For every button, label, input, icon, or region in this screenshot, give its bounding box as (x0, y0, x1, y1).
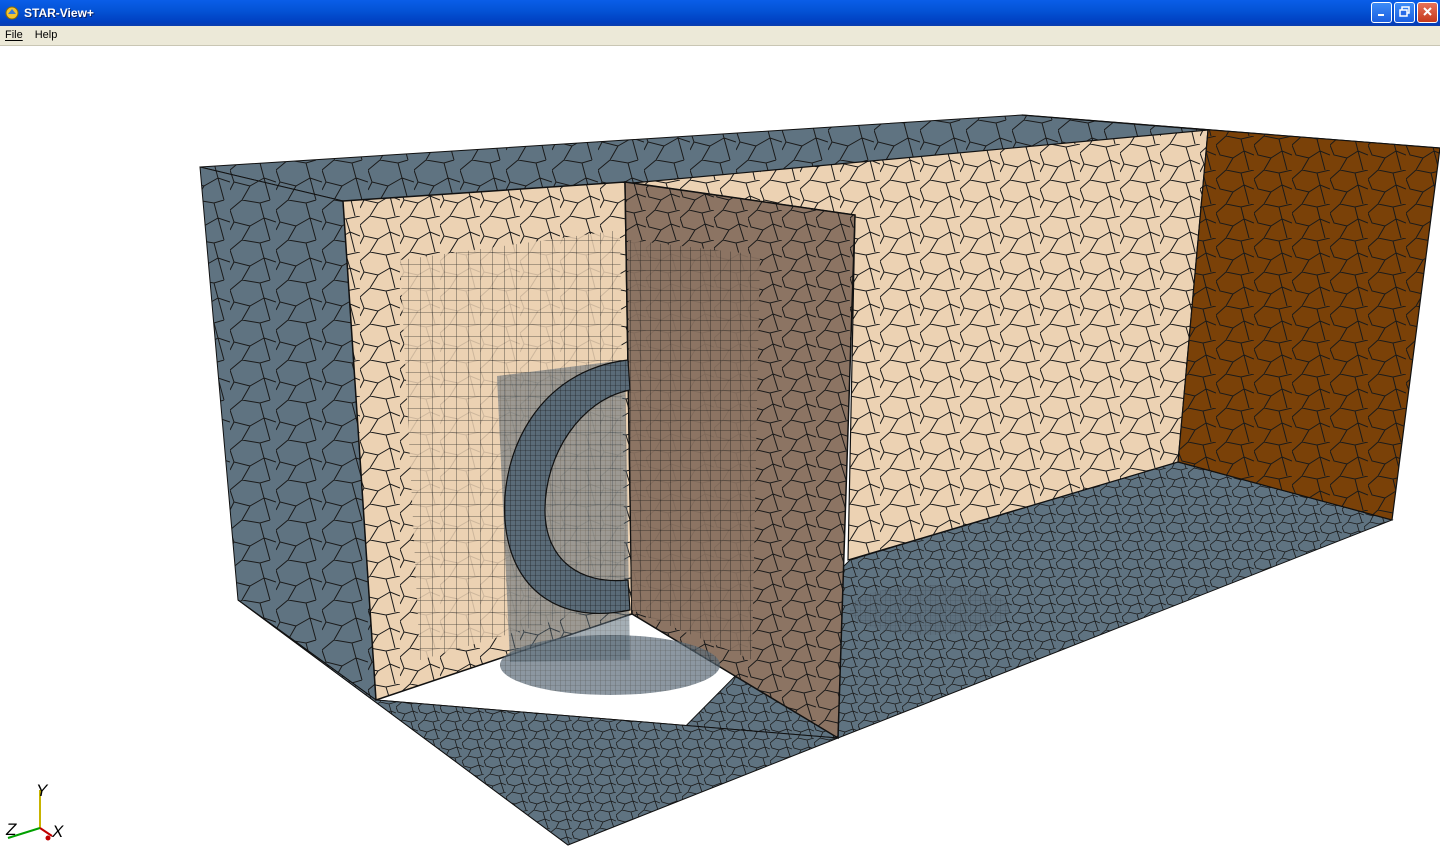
floor-refinement-rear (850, 585, 1010, 635)
window-controls (1371, 2, 1438, 23)
axis-triad: Y Z X (0, 776, 70, 846)
axis-y-label: Y (36, 781, 48, 800)
minimize-icon (1376, 4, 1387, 22)
minimize-button[interactable] (1371, 2, 1392, 23)
restore-icon (1399, 4, 1410, 22)
close-button[interactable] (1417, 2, 1438, 23)
close-icon (1422, 4, 1433, 22)
menu-bar: File Help (0, 26, 1440, 46)
floor-refinement (500, 635, 720, 695)
restore-button[interactable] (1394, 2, 1415, 23)
window-title: STAR-View+ (24, 6, 94, 20)
menu-file[interactable]: File (0, 26, 29, 45)
graphics-viewport[interactable]: Y Z X (0, 46, 1440, 865)
app-icon[interactable] (4, 5, 20, 21)
title-bar: STAR-View+ (0, 0, 1440, 26)
axis-z-label: Z (6, 820, 17, 839)
longitudinal-plane-fine-zone (628, 240, 760, 660)
axis-x-label: X (52, 822, 64, 841)
menu-help[interactable]: Help (29, 26, 64, 45)
mesh-scene (199, 114, 1440, 846)
